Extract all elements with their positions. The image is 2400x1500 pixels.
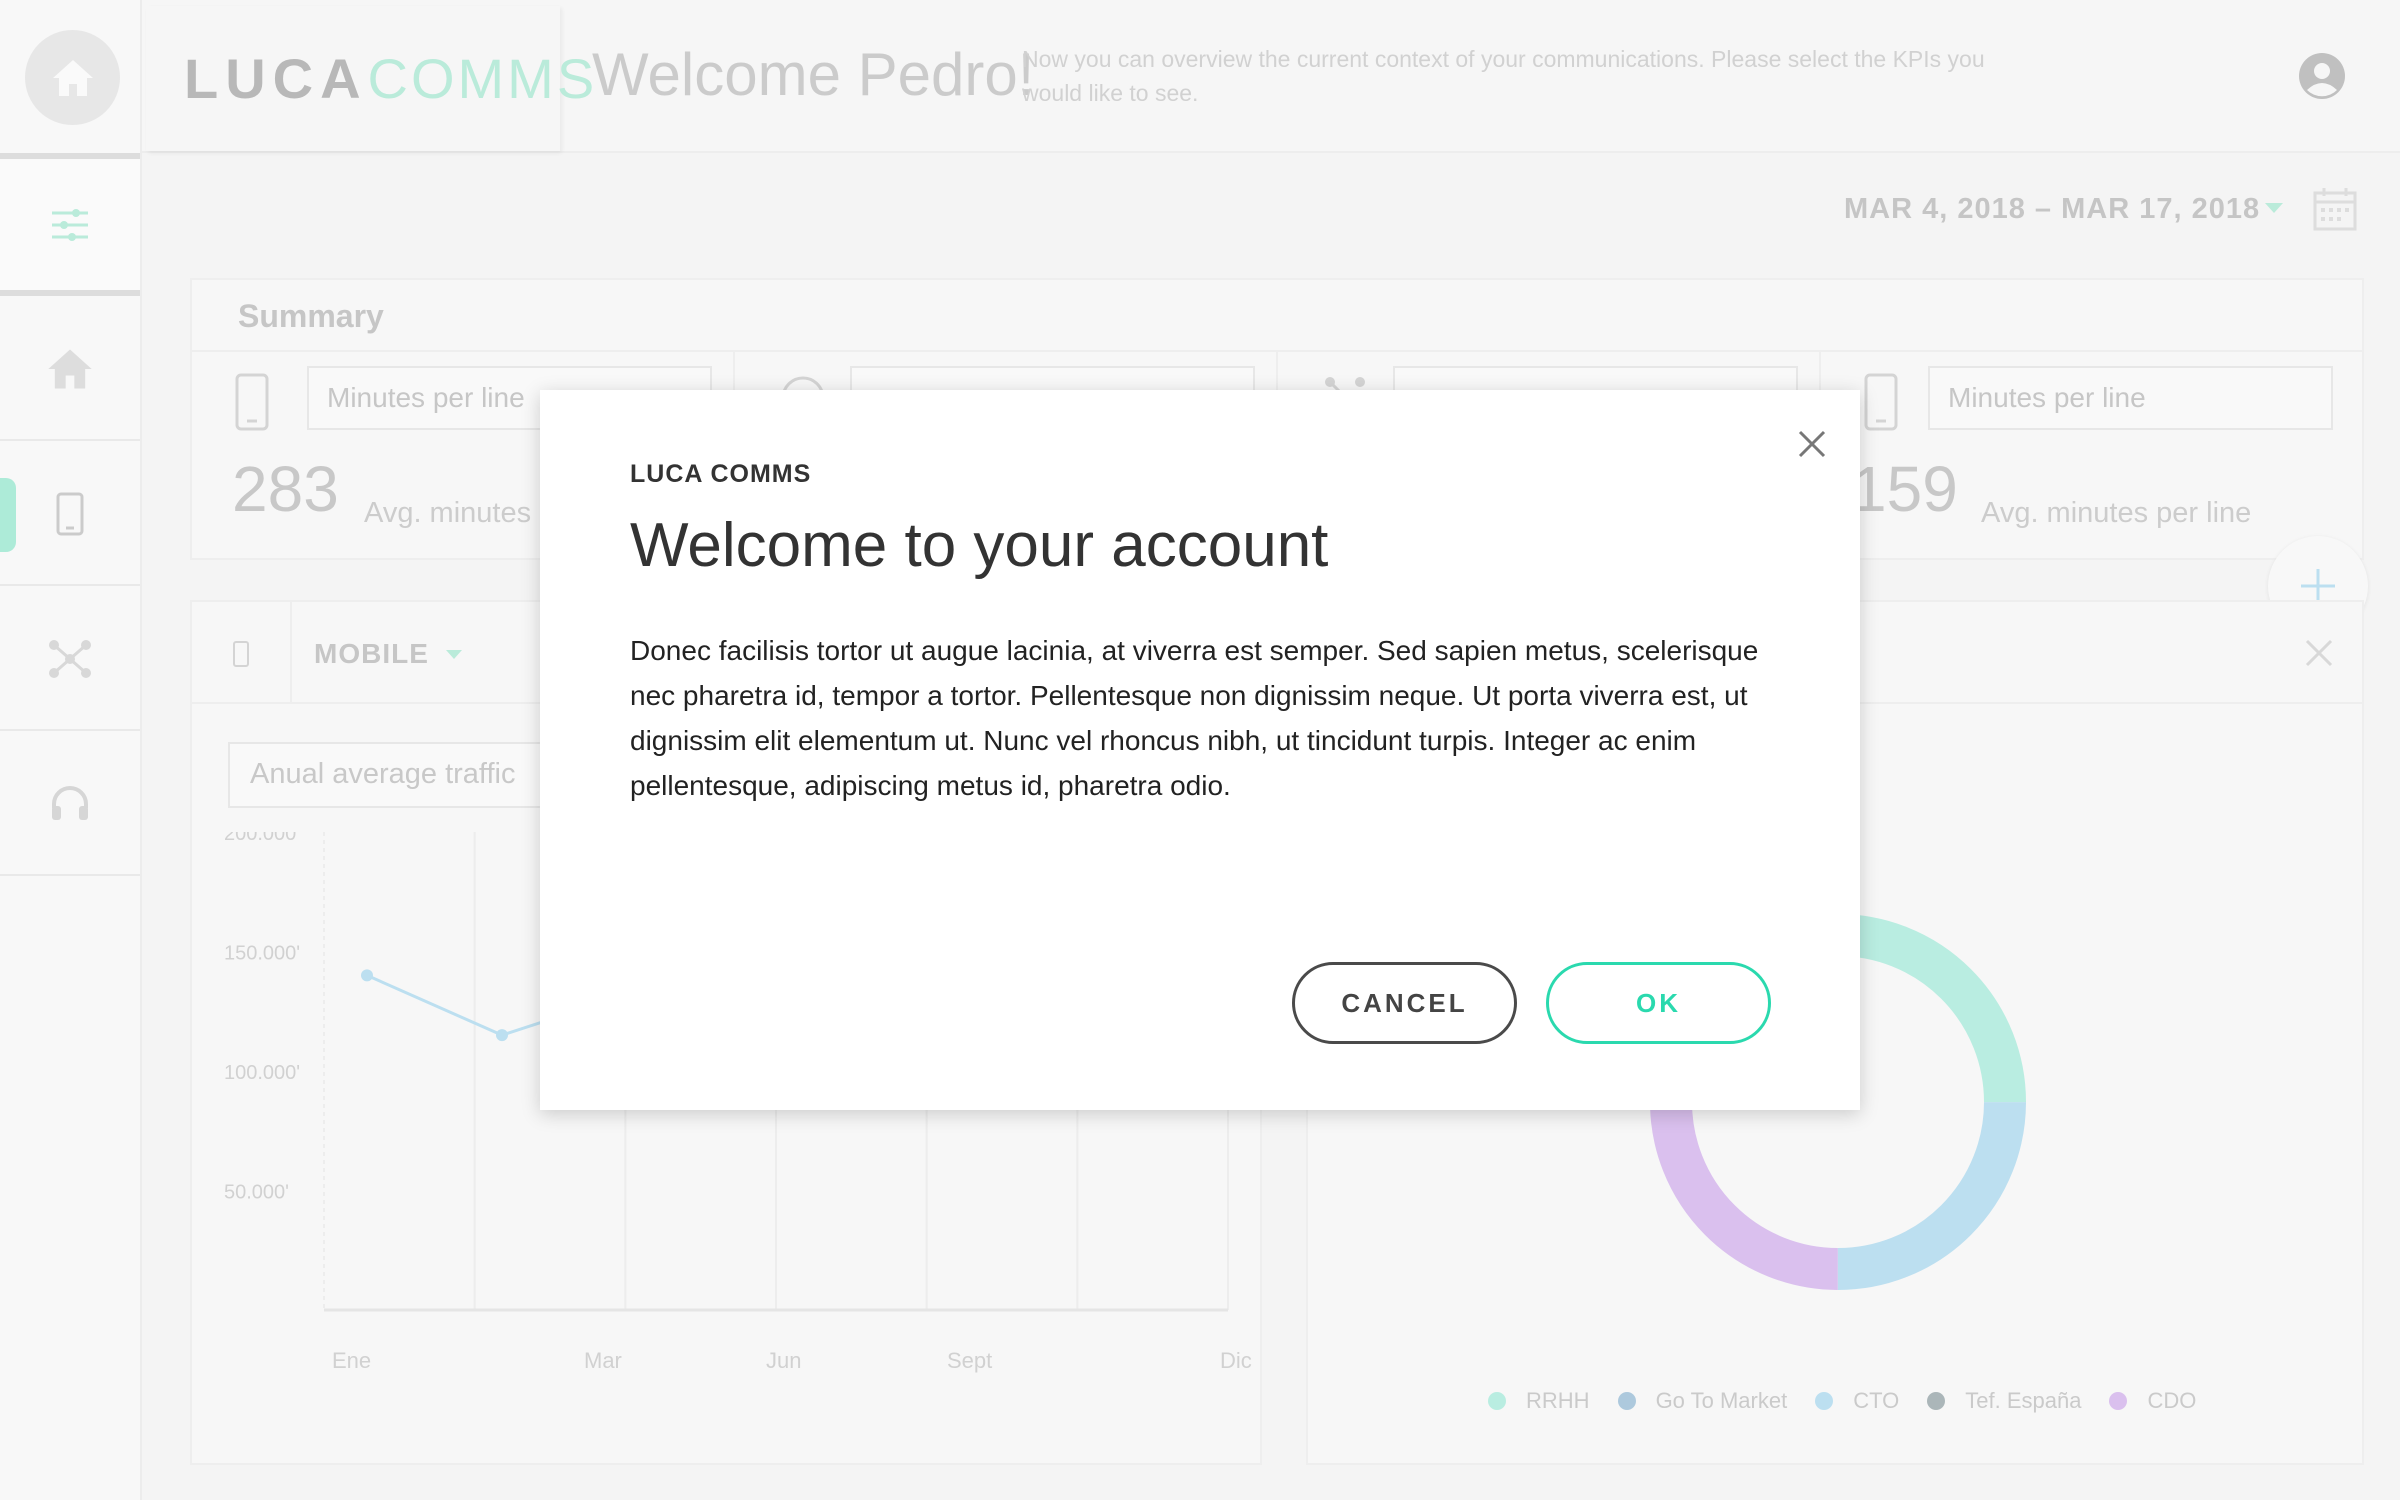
dialog-body: Donec facilisis tortor ut augue lacinia,… <box>630 635 1759 801</box>
dialog-title: Welcome to your account <box>630 511 1329 580</box>
welcome-dialog: LUCA COMMS Welcome to your account Donec… <box>540 390 1860 1110</box>
ok-button[interactable]: OK <box>1546 962 1771 1044</box>
cancel-button[interactable]: CANCEL <box>1292 962 1517 1044</box>
dialog-brand: LUCA COMMS <box>630 460 812 488</box>
close-icon <box>1798 430 1826 458</box>
close-button[interactable] <box>1792 424 1832 464</box>
